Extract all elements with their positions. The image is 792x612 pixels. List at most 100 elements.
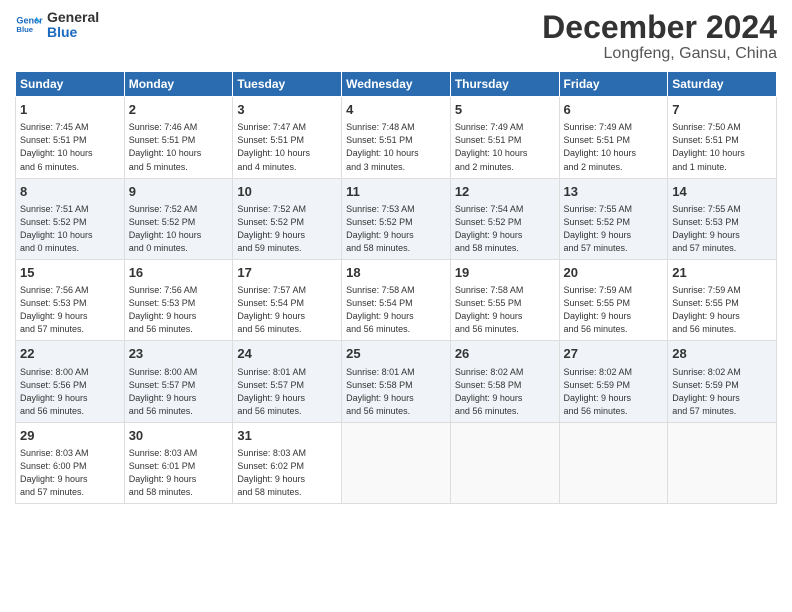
calendar-cell: 25Sunrise: 8:01 AMSunset: 5:58 PMDayligh… [342, 341, 451, 422]
cell-details: Sunrise: 7:50 AMSunset: 5:51 PMDaylight:… [672, 121, 772, 173]
calendar-cell: 27Sunrise: 8:02 AMSunset: 5:59 PMDayligh… [559, 341, 668, 422]
day-number: 17 [237, 264, 337, 282]
cell-details: Sunrise: 8:02 AMSunset: 5:58 PMDaylight:… [455, 366, 555, 418]
header-cell-saturday: Saturday [668, 72, 777, 97]
location-title: Longfeng, Gansu, China [542, 45, 777, 63]
calendar-cell: 26 Sunrise: 8:02 AMSunset: 5:58 PMDayligh… [450, 341, 559, 422]
day-number: 3 [237, 101, 337, 119]
cell-details: Sunrise: 8:00 AMSunset: 5:56 PMDaylight:… [20, 366, 120, 418]
cell-details: Sunrise: 8:01 AMSunset: 5:58 PMDaylight:… [346, 366, 446, 418]
day-number: 10 [237, 183, 337, 201]
header-row: General Blue General Blue December 2024 … [15, 10, 777, 63]
week-row-4: 22 Sunrise: 8:00 AMSunset: 5:56 PMDayligh… [16, 341, 777, 422]
calendar-cell: 24Sunrise: 8:01 AMSunset: 5:57 PMDayligh… [233, 341, 342, 422]
calendar-cell: 31Sunrise: 8:03 AMSunset: 6:02 PMDayligh… [233, 422, 342, 503]
calendar-cell: 28 Sunrise: 8:02 AMSunset: 5:59 PMDayligh… [668, 341, 777, 422]
day-number: 8 [20, 183, 120, 201]
logo: General Blue General Blue [15, 10, 99, 41]
header-cell-monday: Monday [124, 72, 233, 97]
day-number: 19 [455, 264, 555, 282]
calendar-body: 1 Sunrise: 7:45 AMSunset: 5:51 PMDaylight… [16, 97, 777, 504]
day-number: 5 [455, 101, 555, 119]
day-number: 6 [564, 101, 664, 119]
header-cell-friday: Friday [559, 72, 668, 97]
calendar-cell: 23 Sunrise: 8:00 AMSunset: 5:57 PMDayligh… [124, 341, 233, 422]
day-number: 4 [346, 101, 446, 119]
calendar-table: SundayMondayTuesdayWednesdayThursdayFrid… [15, 71, 777, 504]
cell-details: Sunrise: 7:57 AMSunset: 5:54 PMDaylight:… [237, 284, 337, 336]
cell-details: Sunrise: 8:03 AMSunset: 6:02 PMDaylight:… [237, 447, 337, 499]
day-number: 15 [20, 264, 120, 282]
calendar-cell: 14 Sunrise: 7:55 AMSunset: 5:53 PMDayligh… [668, 178, 777, 259]
calendar-cell [342, 422, 451, 503]
cell-details: Sunrise: 8:02 AMSunset: 5:59 PMDaylight:… [672, 366, 772, 418]
cell-details: Sunrise: 7:55 AMSunset: 5:53 PMDaylight:… [672, 203, 772, 255]
week-row-5: 29Sunrise: 8:03 AMSunset: 6:00 PMDayligh… [16, 422, 777, 503]
cell-details: Sunrise: 8:00 AMSunset: 5:57 PMDaylight:… [129, 366, 229, 418]
day-number: 28 [672, 345, 772, 363]
header-row-days: SundayMondayTuesdayWednesdayThursdayFrid… [16, 72, 777, 97]
calendar-cell: 22 Sunrise: 8:00 AMSunset: 5:56 PMDayligh… [16, 341, 125, 422]
cell-details: Sunrise: 7:52 AMSunset: 5:52 PMDaylight:… [129, 203, 229, 255]
day-number: 27 [564, 345, 664, 363]
day-number: 24 [237, 345, 337, 363]
day-number: 20 [564, 264, 664, 282]
week-row-3: 15 Sunrise: 7:56 AMSunset: 5:53 PMDayligh… [16, 259, 777, 340]
calendar-cell: 11Sunrise: 7:53 AMSunset: 5:52 PMDayligh… [342, 178, 451, 259]
calendar-cell [559, 422, 668, 503]
calendar-cell: 30 Sunrise: 8:03 AMSunset: 6:01 PMDayligh… [124, 422, 233, 503]
cell-details: Sunrise: 7:59 AMSunset: 5:55 PMDaylight:… [564, 284, 664, 336]
cell-details: Sunrise: 7:54 AMSunset: 5:52 PMDaylight:… [455, 203, 555, 255]
calendar-cell: 12Sunrise: 7:54 AMSunset: 5:52 PMDayligh… [450, 178, 559, 259]
cell-details: Sunrise: 7:45 AMSunset: 5:51 PMDaylight:… [20, 121, 120, 173]
calendar-cell: 18 Sunrise: 7:58 AMSunset: 5:54 PMDayligh… [342, 259, 451, 340]
day-number: 14 [672, 183, 772, 201]
calendar-cell: 9 Sunrise: 7:52 AMSunset: 5:52 PMDaylight… [124, 178, 233, 259]
day-number: 13 [564, 183, 664, 201]
calendar-cell: 5 Sunrise: 7:49 AMSunset: 5:51 PMDaylight… [450, 97, 559, 178]
day-number: 7 [672, 101, 772, 119]
day-number: 2 [129, 101, 229, 119]
calendar-cell [668, 422, 777, 503]
calendar-cell: 17 Sunrise: 7:57 AMSunset: 5:54 PMDayligh… [233, 259, 342, 340]
page-container: General Blue General Blue December 2024 … [0, 0, 792, 514]
day-number: 30 [129, 427, 229, 445]
day-number: 26 [455, 345, 555, 363]
cell-details: Sunrise: 7:46 AMSunset: 5:51 PMDaylight:… [129, 121, 229, 173]
logo-line1: General [47, 10, 99, 25]
day-number: 21 [672, 264, 772, 282]
calendar-cell: 15 Sunrise: 7:56 AMSunset: 5:53 PMDayligh… [16, 259, 125, 340]
cell-details: Sunrise: 7:52 AMSunset: 5:52 PMDaylight:… [237, 203, 337, 255]
cell-details: Sunrise: 8:03 AMSunset: 6:01 PMDaylight:… [129, 447, 229, 499]
day-number: 1 [20, 101, 120, 119]
cell-details: Sunrise: 7:55 AMSunset: 5:52 PMDaylight:… [564, 203, 664, 255]
cell-details: Sunrise: 7:56 AMSunset: 5:53 PMDaylight:… [129, 284, 229, 336]
calendar-cell: 2 Sunrise: 7:46 AMSunset: 5:51 PMDaylight… [124, 97, 233, 178]
header-cell-sunday: Sunday [16, 72, 125, 97]
week-row-1: 1 Sunrise: 7:45 AMSunset: 5:51 PMDaylight… [16, 97, 777, 178]
cell-details: Sunrise: 7:58 AMSunset: 5:54 PMDaylight:… [346, 284, 446, 336]
header-cell-wednesday: Wednesday [342, 72, 451, 97]
svg-text:Blue: Blue [16, 25, 33, 34]
cell-details: Sunrise: 7:56 AMSunset: 5:53 PMDaylight:… [20, 284, 120, 336]
cell-details: Sunrise: 7:51 AMSunset: 5:52 PMDaylight:… [20, 203, 120, 255]
calendar-header: SundayMondayTuesdayWednesdayThursdayFrid… [16, 72, 777, 97]
week-row-2: 8 Sunrise: 7:51 AMSunset: 5:52 PMDaylight… [16, 178, 777, 259]
calendar-cell [450, 422, 559, 503]
day-number: 23 [129, 345, 229, 363]
calendar-cell: 4Sunrise: 7:48 AMSunset: 5:51 PMDaylight… [342, 97, 451, 178]
cell-details: Sunrise: 7:59 AMSunset: 5:55 PMDaylight:… [672, 284, 772, 336]
cell-details: Sunrise: 8:03 AMSunset: 6:00 PMDaylight:… [20, 447, 120, 499]
logo-icon: General Blue [15, 11, 43, 39]
day-number: 22 [20, 345, 120, 363]
day-number: 11 [346, 183, 446, 201]
cell-details: Sunrise: 7:49 AMSunset: 5:51 PMDaylight:… [564, 121, 664, 173]
cell-details: Sunrise: 7:49 AMSunset: 5:51 PMDaylight:… [455, 121, 555, 173]
day-number: 9 [129, 183, 229, 201]
calendar-cell: 13 Sunrise: 7:55 AMSunset: 5:52 PMDayligh… [559, 178, 668, 259]
month-title: December 2024 [542, 10, 777, 45]
calendar-cell: 21 Sunrise: 7:59 AMSunset: 5:55 PMDayligh… [668, 259, 777, 340]
calendar-cell: 3Sunrise: 7:47 AMSunset: 5:51 PMDaylight… [233, 97, 342, 178]
day-number: 18 [346, 264, 446, 282]
calendar-cell: 6 Sunrise: 7:49 AMSunset: 5:51 PMDaylight… [559, 97, 668, 178]
